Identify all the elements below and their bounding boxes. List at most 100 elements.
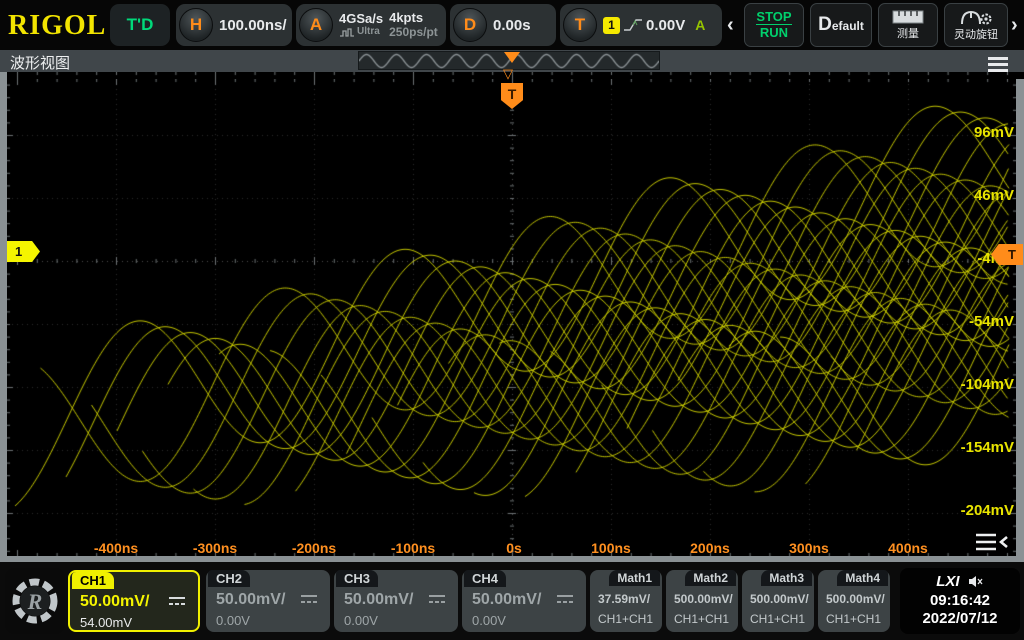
t-label: -300ns xyxy=(180,540,250,556)
sample-rate: 4GSa/s xyxy=(339,12,383,25)
math4-tab[interactable]: Math4 xyxy=(837,570,888,586)
sound-muted-icon[interactable] xyxy=(968,575,984,588)
math-card-math4[interactable]: Math4 500.00mV/ CH1+CH1 xyxy=(818,570,890,632)
ch3-tab[interactable]: CH3 xyxy=(336,570,378,587)
ruler-icon xyxy=(892,10,924,24)
math2-expression: CH1+CH1 xyxy=(674,612,729,626)
trigger-status-text: T'D xyxy=(127,15,154,35)
ultra-mode-icon xyxy=(339,27,355,37)
math3-tab[interactable]: Math3 xyxy=(761,570,812,586)
dc-coupling-icon xyxy=(428,594,446,604)
top-status-bar: RIGOL T'D H 100.00ns/ A 4GSa/s Ultra 4kp… xyxy=(0,0,1024,50)
run-label: RUN xyxy=(756,24,791,40)
acquire-knob-icon[interactable]: A xyxy=(299,8,333,42)
knob-gear-icon xyxy=(959,9,993,25)
system-menu-button[interactable]: R xyxy=(5,568,65,634)
lxi-label: LXI xyxy=(936,573,959,590)
trigger-position-triangle-icon[interactable] xyxy=(504,52,520,63)
channel-card-ch2[interactable]: CH2 50.00mV/ 0.00V xyxy=(206,570,330,632)
math-card-math1[interactable]: Math1 37.59mV/ CH1+CH1 xyxy=(590,570,662,632)
view-title: 波形视图 xyxy=(10,52,70,73)
ch4-tab[interactable]: CH4 xyxy=(464,570,506,587)
dc-coupling-icon xyxy=(300,594,318,604)
bottom-status-bar: R CH1 50.00mV/ 54.00mV CH2 50.00mV/ 0.00… xyxy=(0,562,1024,640)
menu-hamburger-icon[interactable] xyxy=(988,57,1008,72)
trigger-pill[interactable]: T 1 0.00V A xyxy=(560,4,722,46)
knob-button[interactable]: 灵动旋钮 xyxy=(944,3,1008,47)
acquisition-pill[interactable]: A 4GSa/s Ultra 4kpts 250ps/pt xyxy=(296,4,446,46)
ch4-offset: 0.00V xyxy=(472,613,506,628)
ch2-tab[interactable]: CH2 xyxy=(208,570,250,587)
frame-right xyxy=(1016,79,1024,562)
math4-scale: 500.00mV/ xyxy=(826,592,885,606)
acquire-mode: Ultra xyxy=(357,25,380,38)
dc-coupling-icon xyxy=(168,596,186,606)
system-time: 09:16:42 xyxy=(900,592,1020,609)
trigger-sweep-mode: A xyxy=(695,17,705,33)
sample-resolution: 250ps/pt xyxy=(389,25,438,39)
horizontal-scale-value: 100.00ns/ xyxy=(219,17,287,34)
channel-card-ch4[interactable]: CH4 50.00mV/ 0.00V xyxy=(462,570,586,632)
math-card-math3[interactable]: Math3 500.00mV/ CH1+CH1 xyxy=(742,570,814,632)
toolbar-scroll-left[interactable]: ‹ xyxy=(727,14,734,37)
v-label: -154mV xyxy=(934,439,1014,456)
rigol-logo: RIGOL xyxy=(8,10,106,42)
t-label: -400ns xyxy=(81,540,151,556)
horizontal-knob-icon[interactable]: H xyxy=(179,8,213,42)
ch3-scale: 50.00mV/ xyxy=(344,591,413,609)
t-label: 300ns xyxy=(774,540,844,556)
trigger-source-badge: 1 xyxy=(603,17,620,34)
ch1-tab[interactable]: CH1 xyxy=(72,572,114,589)
math3-expression: CH1+CH1 xyxy=(750,612,805,626)
dc-coupling-icon xyxy=(556,594,574,604)
math1-tab[interactable]: Math1 xyxy=(609,570,660,586)
v-label: -54mV xyxy=(934,313,1014,330)
oscilloscope-screen: RIGOL T'D H 100.00ns/ A 4GSa/s Ultra 4kp… xyxy=(0,0,1024,640)
waveform-display-area[interactable] xyxy=(7,79,1016,556)
trigger-knob-icon[interactable]: T xyxy=(563,8,597,42)
stop-label: STOP xyxy=(756,9,791,24)
v-label: 96mV xyxy=(934,124,1014,141)
trigger-hollow-triangle-icon: ▽ xyxy=(503,66,513,82)
svg-text:R: R xyxy=(27,589,43,614)
math-card-math2[interactable]: Math2 500.00mV/ CH1+CH1 xyxy=(666,570,738,632)
ch2-scale: 50.00mV/ xyxy=(216,591,285,609)
t-label: 100ns xyxy=(576,540,646,556)
collapse-menu-icon[interactable] xyxy=(974,531,1010,553)
toolbar-scroll-right[interactable]: › xyxy=(1011,14,1018,37)
t-label: 0s xyxy=(479,540,549,556)
v-label: -204mV xyxy=(934,502,1014,519)
knob-label: 灵动旋钮 xyxy=(954,26,998,42)
delay-value: 0.00s xyxy=(493,17,531,34)
waveform-canvas xyxy=(7,79,1016,556)
system-status-tile[interactable]: LXI 09:16:42 2022/07/12 xyxy=(900,568,1020,634)
math4-expression: CH1+CH1 xyxy=(826,612,881,626)
horizontal-scale-pill[interactable]: H 100.00ns/ xyxy=(176,4,292,46)
delay-pill[interactable]: D 0.00s xyxy=(450,4,556,46)
stop-run-button[interactable]: STOP RUN xyxy=(744,3,804,47)
rigol-gear-icon: R xyxy=(9,575,61,627)
measure-label: 测量 xyxy=(897,25,919,41)
ch1-offset: 54.00mV xyxy=(80,615,132,630)
t-label: -100ns xyxy=(378,540,448,556)
t-label: 200ns xyxy=(675,540,745,556)
trigger-level-value: 0.00V xyxy=(646,17,685,34)
v-label: -104mV xyxy=(934,376,1014,393)
v-label: 46mV xyxy=(934,187,1014,204)
delay-knob-icon[interactable]: D xyxy=(453,8,487,42)
t-label: 400ns xyxy=(873,540,943,556)
measure-button[interactable]: 测量 xyxy=(878,3,938,47)
channel-card-ch3[interactable]: CH3 50.00mV/ 0.00V xyxy=(334,570,458,632)
math2-scale: 500.00mV/ xyxy=(674,592,733,606)
math2-tab[interactable]: Math2 xyxy=(685,570,736,586)
ch3-offset: 0.00V xyxy=(344,613,378,628)
default-button[interactable]: Default xyxy=(810,3,872,47)
frame-left xyxy=(0,72,7,562)
t-label: -200ns xyxy=(279,540,349,556)
channel-card-ch1[interactable]: CH1 50.00mV/ 54.00mV xyxy=(68,570,200,632)
memory-depth: 4kpts xyxy=(389,11,438,25)
trigger-status-badge[interactable]: T'D xyxy=(110,4,170,46)
default-label-cap: D xyxy=(818,14,832,35)
ch1-scale: 50.00mV/ xyxy=(80,593,149,611)
math3-scale: 500.00mV/ xyxy=(750,592,809,606)
